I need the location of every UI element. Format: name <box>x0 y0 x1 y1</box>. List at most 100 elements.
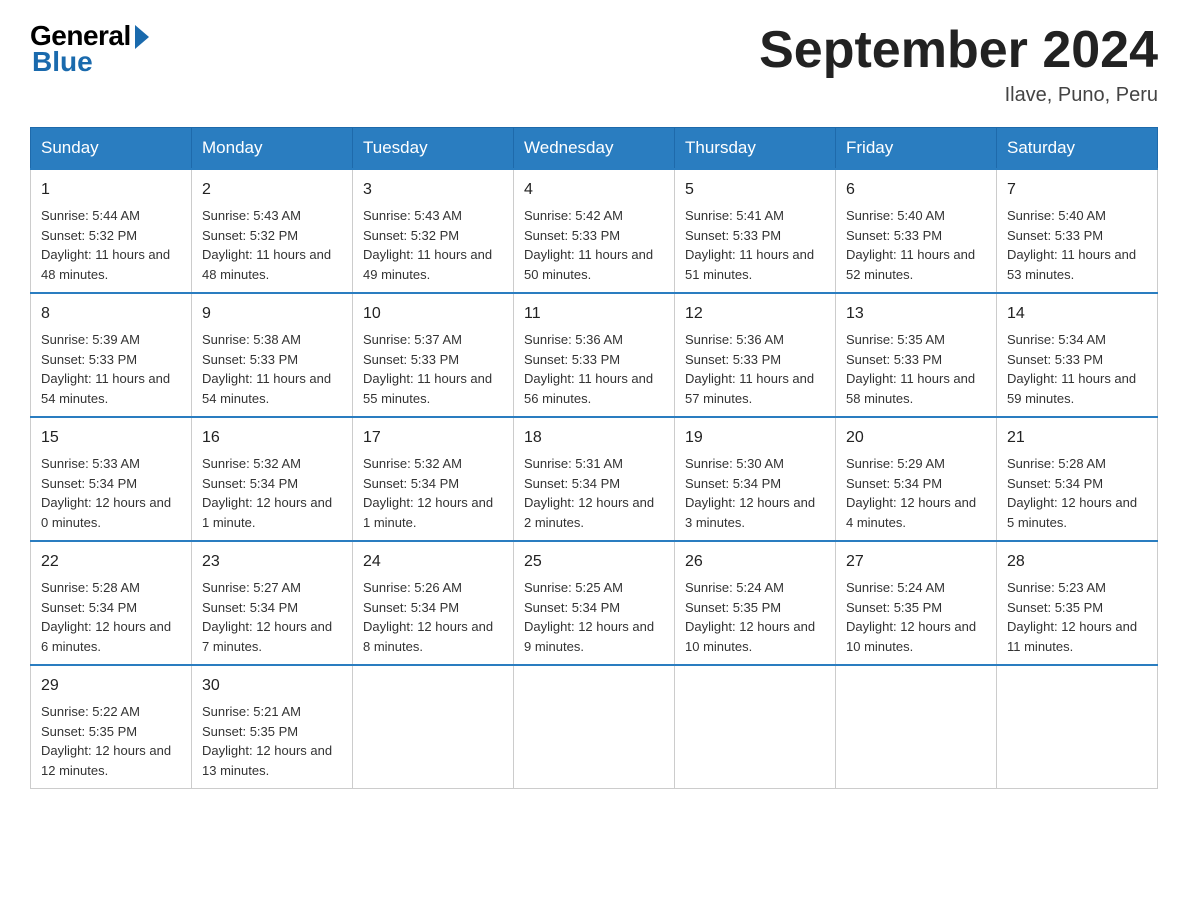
calendar-header-saturday: Saturday <box>997 128 1158 170</box>
day-info: Sunrise: 5:44 AMSunset: 5:32 PMDaylight:… <box>41 208 170 282</box>
day-info: Sunrise: 5:28 AMSunset: 5:34 PMDaylight:… <box>41 580 171 654</box>
calendar-cell: 9 Sunrise: 5:38 AMSunset: 5:33 PMDayligh… <box>192 293 353 417</box>
day-number: 2 <box>202 178 342 202</box>
day-info: Sunrise: 5:27 AMSunset: 5:34 PMDaylight:… <box>202 580 332 654</box>
title-block: September 2024 Ilave, Puno, Peru <box>759 20 1158 107</box>
day-number: 28 <box>1007 550 1147 574</box>
day-number: 3 <box>363 178 503 202</box>
calendar-cell: 26 Sunrise: 5:24 AMSunset: 5:35 PMDaylig… <box>675 541 836 665</box>
calendar-cell: 8 Sunrise: 5:39 AMSunset: 5:33 PMDayligh… <box>31 293 192 417</box>
day-number: 16 <box>202 426 342 450</box>
day-number: 20 <box>846 426 986 450</box>
page-header: General Blue September 2024 Ilave, Puno,… <box>30 20 1158 107</box>
day-number: 13 <box>846 302 986 326</box>
calendar-cell: 14 Sunrise: 5:34 AMSunset: 5:33 PMDaylig… <box>997 293 1158 417</box>
day-info: Sunrise: 5:32 AMSunset: 5:34 PMDaylight:… <box>202 456 332 530</box>
calendar-header-thursday: Thursday <box>675 128 836 170</box>
calendar-week-row: 8 Sunrise: 5:39 AMSunset: 5:33 PMDayligh… <box>31 293 1158 417</box>
day-info: Sunrise: 5:24 AMSunset: 5:35 PMDaylight:… <box>685 580 815 654</box>
day-info: Sunrise: 5:33 AMSunset: 5:34 PMDaylight:… <box>41 456 171 530</box>
day-info: Sunrise: 5:34 AMSunset: 5:33 PMDaylight:… <box>1007 332 1136 406</box>
day-info: Sunrise: 5:30 AMSunset: 5:34 PMDaylight:… <box>685 456 815 530</box>
calendar-cell: 15 Sunrise: 5:33 AMSunset: 5:34 PMDaylig… <box>31 417 192 541</box>
day-number: 5 <box>685 178 825 202</box>
calendar-cell: 19 Sunrise: 5:30 AMSunset: 5:34 PMDaylig… <box>675 417 836 541</box>
day-info: Sunrise: 5:35 AMSunset: 5:33 PMDaylight:… <box>846 332 975 406</box>
calendar-week-row: 22 Sunrise: 5:28 AMSunset: 5:34 PMDaylig… <box>31 541 1158 665</box>
day-info: Sunrise: 5:21 AMSunset: 5:35 PMDaylight:… <box>202 704 332 778</box>
calendar-header-monday: Monday <box>192 128 353 170</box>
calendar-header-row: SundayMondayTuesdayWednesdayThursdayFrid… <box>31 128 1158 170</box>
day-number: 24 <box>363 550 503 574</box>
day-info: Sunrise: 5:38 AMSunset: 5:33 PMDaylight:… <box>202 332 331 406</box>
calendar-cell: 30 Sunrise: 5:21 AMSunset: 5:35 PMDaylig… <box>192 665 353 789</box>
calendar-week-row: 29 Sunrise: 5:22 AMSunset: 5:35 PMDaylig… <box>31 665 1158 789</box>
day-info: Sunrise: 5:29 AMSunset: 5:34 PMDaylight:… <box>846 456 976 530</box>
calendar-cell: 18 Sunrise: 5:31 AMSunset: 5:34 PMDaylig… <box>514 417 675 541</box>
calendar-cell: 2 Sunrise: 5:43 AMSunset: 5:32 PMDayligh… <box>192 169 353 293</box>
calendar-cell <box>353 665 514 789</box>
calendar-cell <box>836 665 997 789</box>
calendar-header-wednesday: Wednesday <box>514 128 675 170</box>
calendar-header-friday: Friday <box>836 128 997 170</box>
day-info: Sunrise: 5:36 AMSunset: 5:33 PMDaylight:… <box>524 332 653 406</box>
logo: General Blue <box>30 20 149 78</box>
calendar-cell: 22 Sunrise: 5:28 AMSunset: 5:34 PMDaylig… <box>31 541 192 665</box>
calendar-cell: 12 Sunrise: 5:36 AMSunset: 5:33 PMDaylig… <box>675 293 836 417</box>
calendar-cell: 25 Sunrise: 5:25 AMSunset: 5:34 PMDaylig… <box>514 541 675 665</box>
calendar-table: SundayMondayTuesdayWednesdayThursdayFrid… <box>30 127 1158 789</box>
day-number: 1 <box>41 178 181 202</box>
calendar-cell: 16 Sunrise: 5:32 AMSunset: 5:34 PMDaylig… <box>192 417 353 541</box>
calendar-cell: 7 Sunrise: 5:40 AMSunset: 5:33 PMDayligh… <box>997 169 1158 293</box>
day-number: 17 <box>363 426 503 450</box>
day-info: Sunrise: 5:32 AMSunset: 5:34 PMDaylight:… <box>363 456 493 530</box>
calendar-week-row: 1 Sunrise: 5:44 AMSunset: 5:32 PMDayligh… <box>31 169 1158 293</box>
day-info: Sunrise: 5:24 AMSunset: 5:35 PMDaylight:… <box>846 580 976 654</box>
day-number: 11 <box>524 302 664 326</box>
day-number: 18 <box>524 426 664 450</box>
day-number: 12 <box>685 302 825 326</box>
day-info: Sunrise: 5:39 AMSunset: 5:33 PMDaylight:… <box>41 332 170 406</box>
calendar-cell: 23 Sunrise: 5:27 AMSunset: 5:34 PMDaylig… <box>192 541 353 665</box>
day-number: 14 <box>1007 302 1147 326</box>
day-number: 6 <box>846 178 986 202</box>
calendar-cell: 20 Sunrise: 5:29 AMSunset: 5:34 PMDaylig… <box>836 417 997 541</box>
day-number: 29 <box>41 674 181 698</box>
calendar-cell: 27 Sunrise: 5:24 AMSunset: 5:35 PMDaylig… <box>836 541 997 665</box>
calendar-cell: 1 Sunrise: 5:44 AMSunset: 5:32 PMDayligh… <box>31 169 192 293</box>
day-info: Sunrise: 5:42 AMSunset: 5:33 PMDaylight:… <box>524 208 653 282</box>
calendar-cell: 3 Sunrise: 5:43 AMSunset: 5:32 PMDayligh… <box>353 169 514 293</box>
day-number: 22 <box>41 550 181 574</box>
day-info: Sunrise: 5:28 AMSunset: 5:34 PMDaylight:… <box>1007 456 1137 530</box>
day-number: 26 <box>685 550 825 574</box>
calendar-cell: 21 Sunrise: 5:28 AMSunset: 5:34 PMDaylig… <box>997 417 1158 541</box>
day-number: 7 <box>1007 178 1147 202</box>
day-info: Sunrise: 5:43 AMSunset: 5:32 PMDaylight:… <box>202 208 331 282</box>
day-number: 8 <box>41 302 181 326</box>
calendar-cell: 17 Sunrise: 5:32 AMSunset: 5:34 PMDaylig… <box>353 417 514 541</box>
logo-arrow-icon <box>135 25 149 49</box>
calendar-header-sunday: Sunday <box>31 128 192 170</box>
calendar-cell: 13 Sunrise: 5:35 AMSunset: 5:33 PMDaylig… <box>836 293 997 417</box>
day-info: Sunrise: 5:40 AMSunset: 5:33 PMDaylight:… <box>1007 208 1136 282</box>
day-number: 15 <box>41 426 181 450</box>
calendar-cell: 29 Sunrise: 5:22 AMSunset: 5:35 PMDaylig… <box>31 665 192 789</box>
month-title: September 2024 <box>759 20 1158 80</box>
day-info: Sunrise: 5:22 AMSunset: 5:35 PMDaylight:… <box>41 704 171 778</box>
day-number: 23 <box>202 550 342 574</box>
day-info: Sunrise: 5:43 AMSunset: 5:32 PMDaylight:… <box>363 208 492 282</box>
day-number: 10 <box>363 302 503 326</box>
logo-blue-text: Blue <box>32 46 93 78</box>
day-number: 19 <box>685 426 825 450</box>
day-number: 27 <box>846 550 986 574</box>
day-info: Sunrise: 5:41 AMSunset: 5:33 PMDaylight:… <box>685 208 814 282</box>
day-info: Sunrise: 5:36 AMSunset: 5:33 PMDaylight:… <box>685 332 814 406</box>
day-number: 25 <box>524 550 664 574</box>
calendar-header-tuesday: Tuesday <box>353 128 514 170</box>
calendar-cell: 6 Sunrise: 5:40 AMSunset: 5:33 PMDayligh… <box>836 169 997 293</box>
day-info: Sunrise: 5:25 AMSunset: 5:34 PMDaylight:… <box>524 580 654 654</box>
day-info: Sunrise: 5:23 AMSunset: 5:35 PMDaylight:… <box>1007 580 1137 654</box>
calendar-week-row: 15 Sunrise: 5:33 AMSunset: 5:34 PMDaylig… <box>31 417 1158 541</box>
calendar-cell: 5 Sunrise: 5:41 AMSunset: 5:33 PMDayligh… <box>675 169 836 293</box>
day-info: Sunrise: 5:37 AMSunset: 5:33 PMDaylight:… <box>363 332 492 406</box>
